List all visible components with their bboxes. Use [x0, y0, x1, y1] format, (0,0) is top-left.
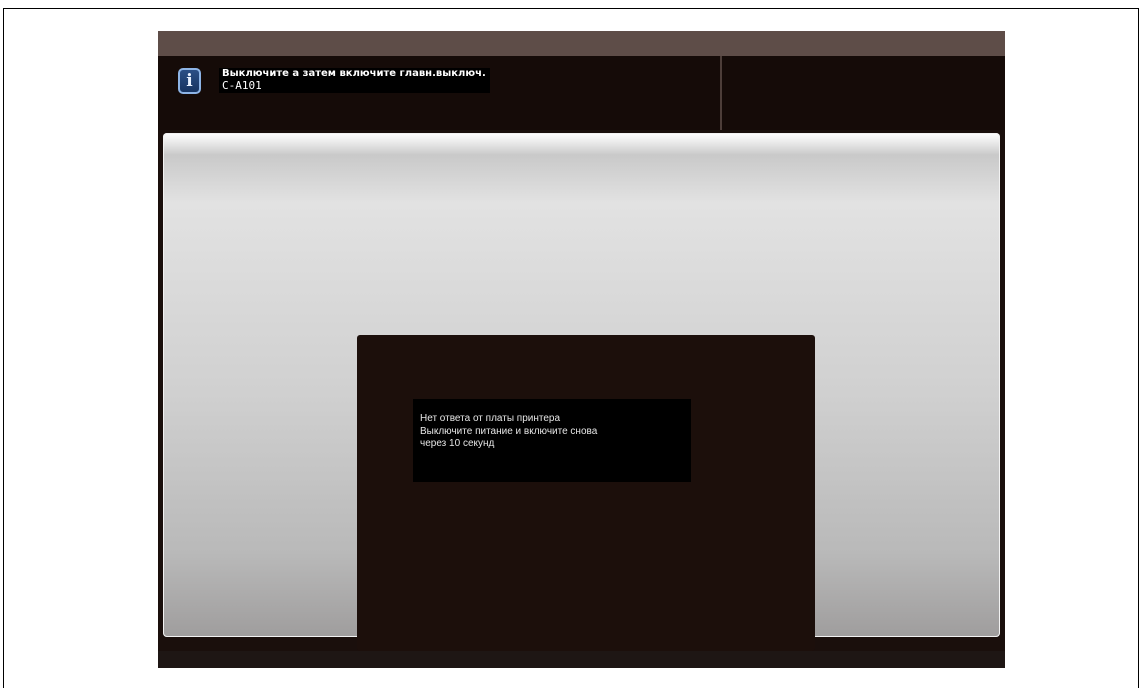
- device-panel: i Выключите а затем включите главн.выклю…: [158, 31, 1005, 668]
- info-icon: i: [178, 68, 201, 94]
- bottom-strip: [158, 651, 1005, 668]
- error-dialog: Нет ответа от платы принтера Выключите п…: [413, 399, 691, 482]
- error-line: Нет ответа от платы принтера: [420, 413, 561, 424]
- error-screen: Нет ответа от платы принтера Выключите п…: [357, 335, 815, 651]
- error-code: C-A101: [222, 79, 262, 92]
- top-strip: [158, 31, 1005, 56]
- error-line: через 10 секунд: [420, 438, 495, 449]
- status-message: Выключите а затем включите главн.выключ.…: [219, 68, 490, 93]
- error-dialog-text: Нет ответа от платы принтера Выключите п…: [420, 413, 597, 451]
- error-line: Выключите питание и включите снова: [420, 425, 598, 437]
- content-area: Нет ответа от платы принтера Выключите п…: [163, 133, 1000, 651]
- header-divider: [720, 56, 722, 130]
- message-header: i Выключите а затем включите главн.выклю…: [158, 56, 1005, 130]
